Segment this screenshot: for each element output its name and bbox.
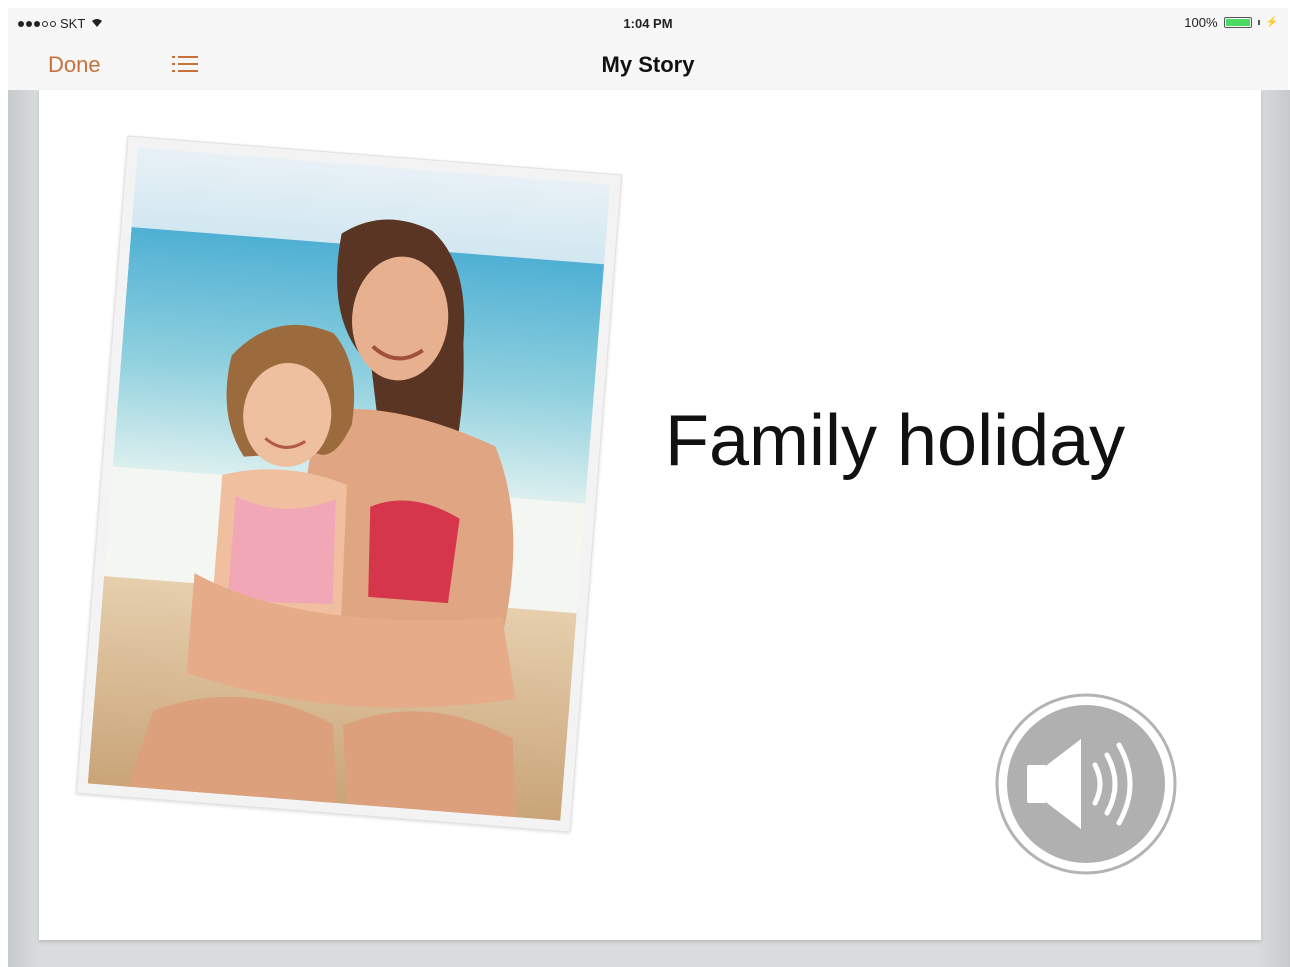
status-right: 100% ⚡ — [1184, 15, 1278, 30]
status-time: 1:04 PM — [623, 16, 673, 31]
speaker-icon[interactable] — [995, 693, 1177, 875]
book-stage: Family holiday — [8, 90, 1290, 967]
photo-frame[interactable] — [75, 135, 623, 833]
status-bar: SKT 1:04 PM 100% ⚡ — [8, 8, 1288, 38]
page-caption[interactable]: Family holiday — [665, 400, 1125, 482]
page-title: My Story — [601, 52, 695, 77]
battery-percent: 100% — [1184, 15, 1218, 30]
story-page: Family holiday — [39, 90, 1261, 940]
battery-icon — [1223, 17, 1252, 28]
nav-bar: Done My Story — [8, 38, 1288, 91]
battery-tip — [1257, 20, 1260, 25]
family-photo — [87, 147, 611, 821]
charging-icon: ⚡ — [1265, 17, 1278, 28]
